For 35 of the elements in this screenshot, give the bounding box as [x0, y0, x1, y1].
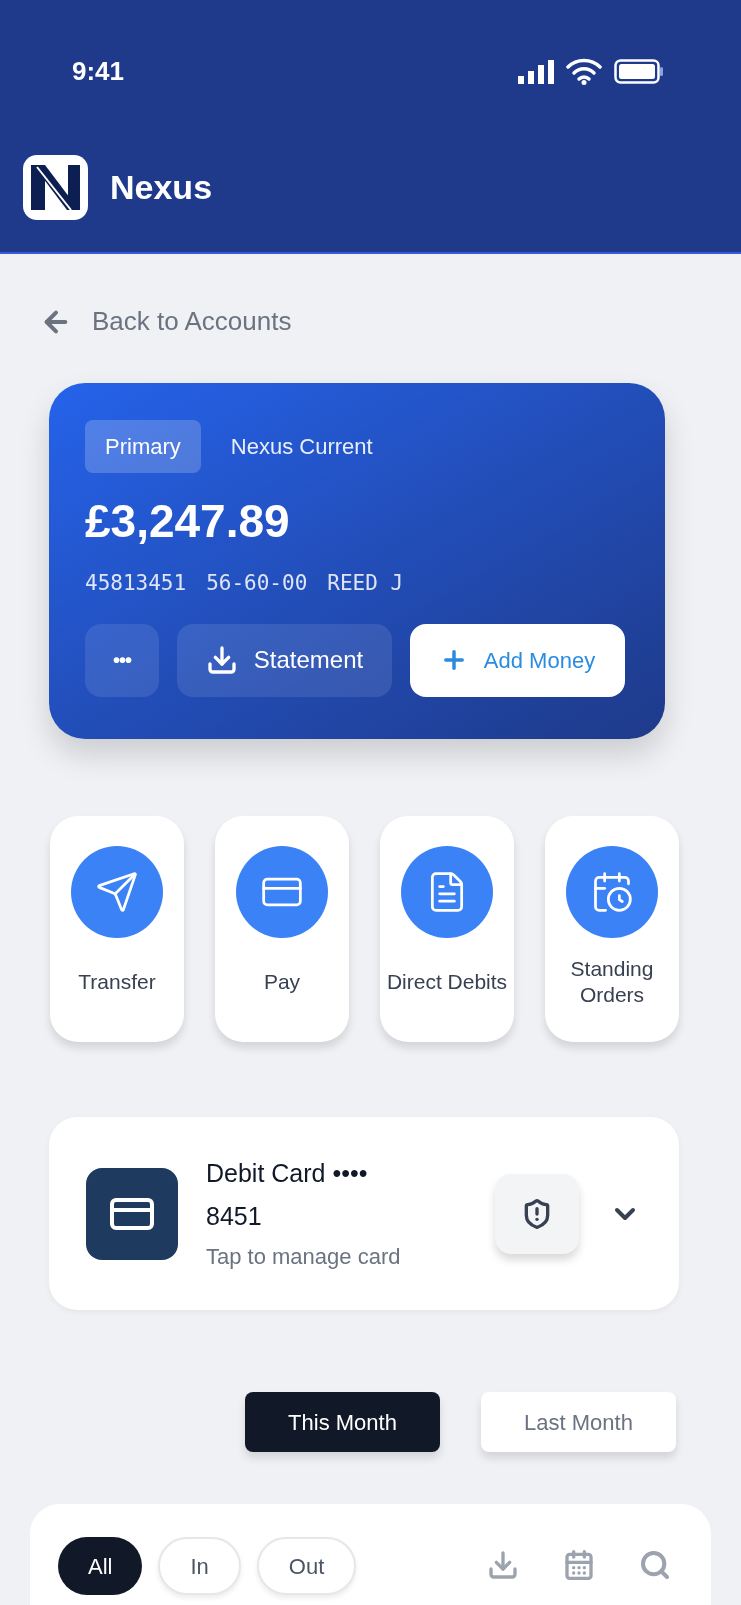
download-icon — [205, 644, 238, 676]
battery-icon — [614, 59, 664, 84]
action-tile[interactable]: Pay — [215, 816, 349, 1042]
signal-icon — [518, 59, 554, 84]
action-tile[interactable]: Transfer — [50, 816, 184, 1042]
calendar-icon[interactable] — [563, 1549, 595, 1581]
account-balance: £3,247.89 — [85, 494, 291, 549]
filter-pill[interactable]: Out — [256, 1537, 357, 1595]
statement-button[interactable]: Statement — [177, 623, 392, 697]
status-time: 9:41 — [72, 55, 125, 88]
more-button[interactable]: ••• — [85, 623, 159, 697]
debit-card-panel[interactable]: Debit Card •••• 8451 Tap to manage card — [49, 1117, 679, 1310]
back-link[interactable]: Back to Accounts — [40, 302, 292, 341]
send-icon — [95, 870, 139, 914]
period-tab[interactable]: This Month — [245, 1392, 440, 1452]
period-tab[interactable]: Last Month — [481, 1392, 676, 1452]
card-security-button[interactable] — [495, 1173, 579, 1254]
account-name: Nexus Current — [230, 433, 373, 461]
sort-code: 56-60-00 — [206, 570, 308, 597]
download-icon[interactable] — [487, 1549, 519, 1581]
filter-pill[interactable]: All — [58, 1537, 143, 1595]
app-logo — [23, 155, 88, 220]
card-number: 8451 — [206, 1201, 263, 1232]
primary-badge: Primary — [85, 420, 201, 473]
action-tile[interactable]: Standing Orders — [545, 816, 679, 1042]
app-title: Nexus — [110, 167, 213, 208]
wifi-icon — [566, 58, 602, 85]
filter-pill[interactable]: In — [158, 1537, 241, 1595]
add-money-button[interactable]: Add Money — [410, 623, 625, 697]
account-number: 45813451 — [85, 570, 187, 597]
card-title: Debit Card •••• — [206, 1157, 369, 1189]
account-holder: REED J — [327, 570, 404, 597]
action-tile[interactable]: Direct Debits — [380, 816, 514, 1042]
search-icon[interactable] — [639, 1549, 671, 1581]
card-hint: Tap to manage card — [206, 1242, 402, 1271]
